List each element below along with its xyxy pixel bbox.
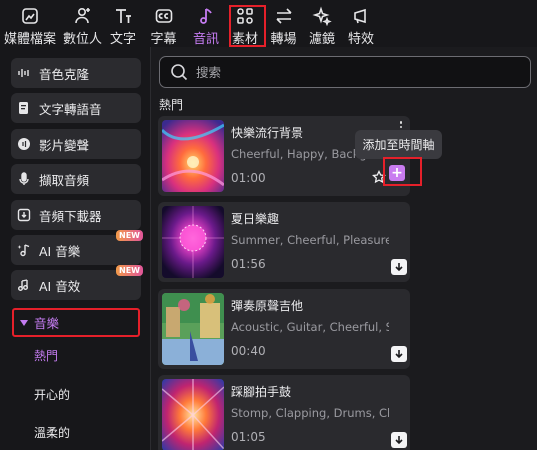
section-title: 熱門 [159, 98, 184, 112]
sidebar-item-label: 音樂 [34, 316, 60, 331]
music-panel: 熱門 快樂流行背景 Cheerful, Happy, Background 01… [151, 47, 537, 450]
sidebar-item-voice-changer[interactable]: 影片變聲 [11, 129, 141, 159]
sidebar-item-audio-downloader[interactable]: 音頻下載器 [11, 200, 141, 230]
waveform-icon [17, 66, 31, 80]
track-thumbnail [162, 206, 224, 278]
track-duration: 00:40 [231, 344, 266, 358]
sidebar-subitem-gentle[interactable]: 溫柔的 [34, 424, 70, 441]
track-tags: Summer, Cheerful, Pleasure [231, 233, 389, 247]
sidebar-item-tts[interactable]: 文字轉語音 [11, 93, 141, 123]
tab-effects-label: 特效 [347, 32, 374, 47]
new-badge: NEW [116, 230, 143, 241]
audio-tab-highlight [229, 5, 266, 47]
tab-text-label: 文字 [109, 32, 136, 47]
sidebar-item-extract-audio[interactable]: 擷取音頻 [11, 164, 141, 194]
media-folder-icon [20, 6, 40, 26]
sidebar-item-label: 文字轉語音 [39, 101, 102, 117]
tab-digital-human[interactable]: 數位人 [60, 0, 105, 47]
download-arrow-icon [395, 263, 403, 272]
sidebar-item-music[interactable]: 音樂 [12, 308, 140, 337]
download-arrow-icon [395, 350, 403, 359]
tab-transitions[interactable]: 轉場 [264, 0, 303, 47]
captions-icon [154, 6, 174, 26]
download-button[interactable] [391, 259, 407, 275]
tab-captions-label: 字幕 [150, 32, 177, 47]
sidebar-item-ai-music[interactable]: AI 音樂 NEW [11, 230, 143, 265]
sidebar-item-label: AI 音樂 [39, 243, 81, 259]
track-title: 彈奏原聲吉他 [231, 299, 304, 313]
download-button[interactable] [391, 346, 407, 362]
search-input[interactable] [196, 64, 496, 80]
tab-audio[interactable]: 音訊 [186, 0, 226, 47]
sidebar-subitem-happy[interactable]: 开心的 [34, 386, 70, 403]
track-duration: 01:05 [231, 430, 266, 444]
music-note-icon [196, 6, 216, 26]
text-icon [113, 6, 133, 26]
tab-media-label: 媒體檔案 [3, 32, 56, 47]
filter-sparkle-icon [312, 6, 332, 26]
text-to-speech-icon [17, 101, 31, 115]
track-title: 踩腳拍手鼓 [231, 385, 292, 399]
track-duration: 01:56 [231, 257, 266, 271]
tab-transitions-label: 轉場 [270, 32, 297, 47]
sidebar-item-ai-sfx[interactable]: AI 音效 NEW [11, 265, 143, 300]
sidebar-item-label: 影片變聲 [39, 137, 90, 153]
top-toolbar: 媒體檔案 數位人 文字 字幕 音訊 素材 轉場 濾鏡 特效 [0, 0, 537, 47]
tab-media[interactable]: 媒體檔案 [0, 0, 60, 47]
track-thumbnail [162, 379, 224, 450]
track-card[interactable]: 夏日樂趣 Summer, Cheerful, Pleasure 01:56 [158, 202, 410, 282]
tab-digital-human-label: 數位人 [62, 32, 102, 47]
track-title: 快樂流行背景 [231, 126, 304, 140]
effects-megaphone-icon [351, 6, 371, 26]
tab-filters-label: 濾鏡 [308, 32, 335, 47]
ai-sfx-icon [17, 278, 31, 292]
sidebar-item-label: AI 音效 [39, 278, 81, 294]
voice-changer-icon [17, 137, 31, 151]
sidebar-item-label: 音色克隆 [39, 66, 90, 82]
add-to-timeline-tooltip: 添加至時間軸 [355, 130, 442, 159]
download-button[interactable] [391, 432, 407, 448]
track-tags: Acoustic, Guitar, Cheerful, Sunny [231, 320, 389, 334]
expand-triangle-icon [20, 319, 28, 326]
tab-audio-label: 音訊 [192, 32, 219, 47]
track-thumbnail [162, 293, 224, 365]
new-badge: NEW [116, 265, 143, 276]
sidebar-item-label: 音頻下載器 [39, 208, 102, 224]
tab-captions[interactable]: 字幕 [141, 0, 186, 47]
tab-filters[interactable]: 濾鏡 [303, 0, 341, 47]
track-title: 夏日樂趣 [231, 212, 280, 226]
search-box[interactable] [159, 56, 531, 88]
sidebar: 音色克隆 文字轉語音 影片變聲 擷取音頻 音頻下載器 AI 音樂 NEW AI … [0, 47, 151, 450]
sidebar-item-label: 擷取音頻 [39, 172, 90, 188]
transition-arrows-icon [274, 6, 294, 26]
avatar-person-icon [73, 6, 93, 26]
track-duration: 01:00 [231, 171, 266, 185]
tab-text[interactable]: 文字 [105, 0, 141, 47]
sidebar-subitem-popular[interactable]: 熱門 [34, 347, 58, 364]
track-tags: Stomp, Clapping, Drums, Cheerful [231, 406, 389, 420]
track-thumbnail [162, 120, 224, 192]
add-button-highlight [383, 157, 422, 186]
ai-music-icon [17, 243, 31, 257]
download-arrow-icon [395, 436, 403, 445]
search-icon [171, 64, 188, 81]
track-card[interactable]: 踩腳拍手鼓 Stomp, Clapping, Drums, Cheerful 0… [158, 375, 410, 450]
tab-effects[interactable]: 特效 [341, 0, 381, 47]
microphone-icon [17, 172, 31, 186]
download-box-icon [17, 208, 31, 222]
track-card[interactable]: 彈奏原聲吉他 Acoustic, Guitar, Cheerful, Sunny… [158, 289, 410, 369]
sidebar-item-voice-clone[interactable]: 音色克隆 [11, 58, 141, 88]
